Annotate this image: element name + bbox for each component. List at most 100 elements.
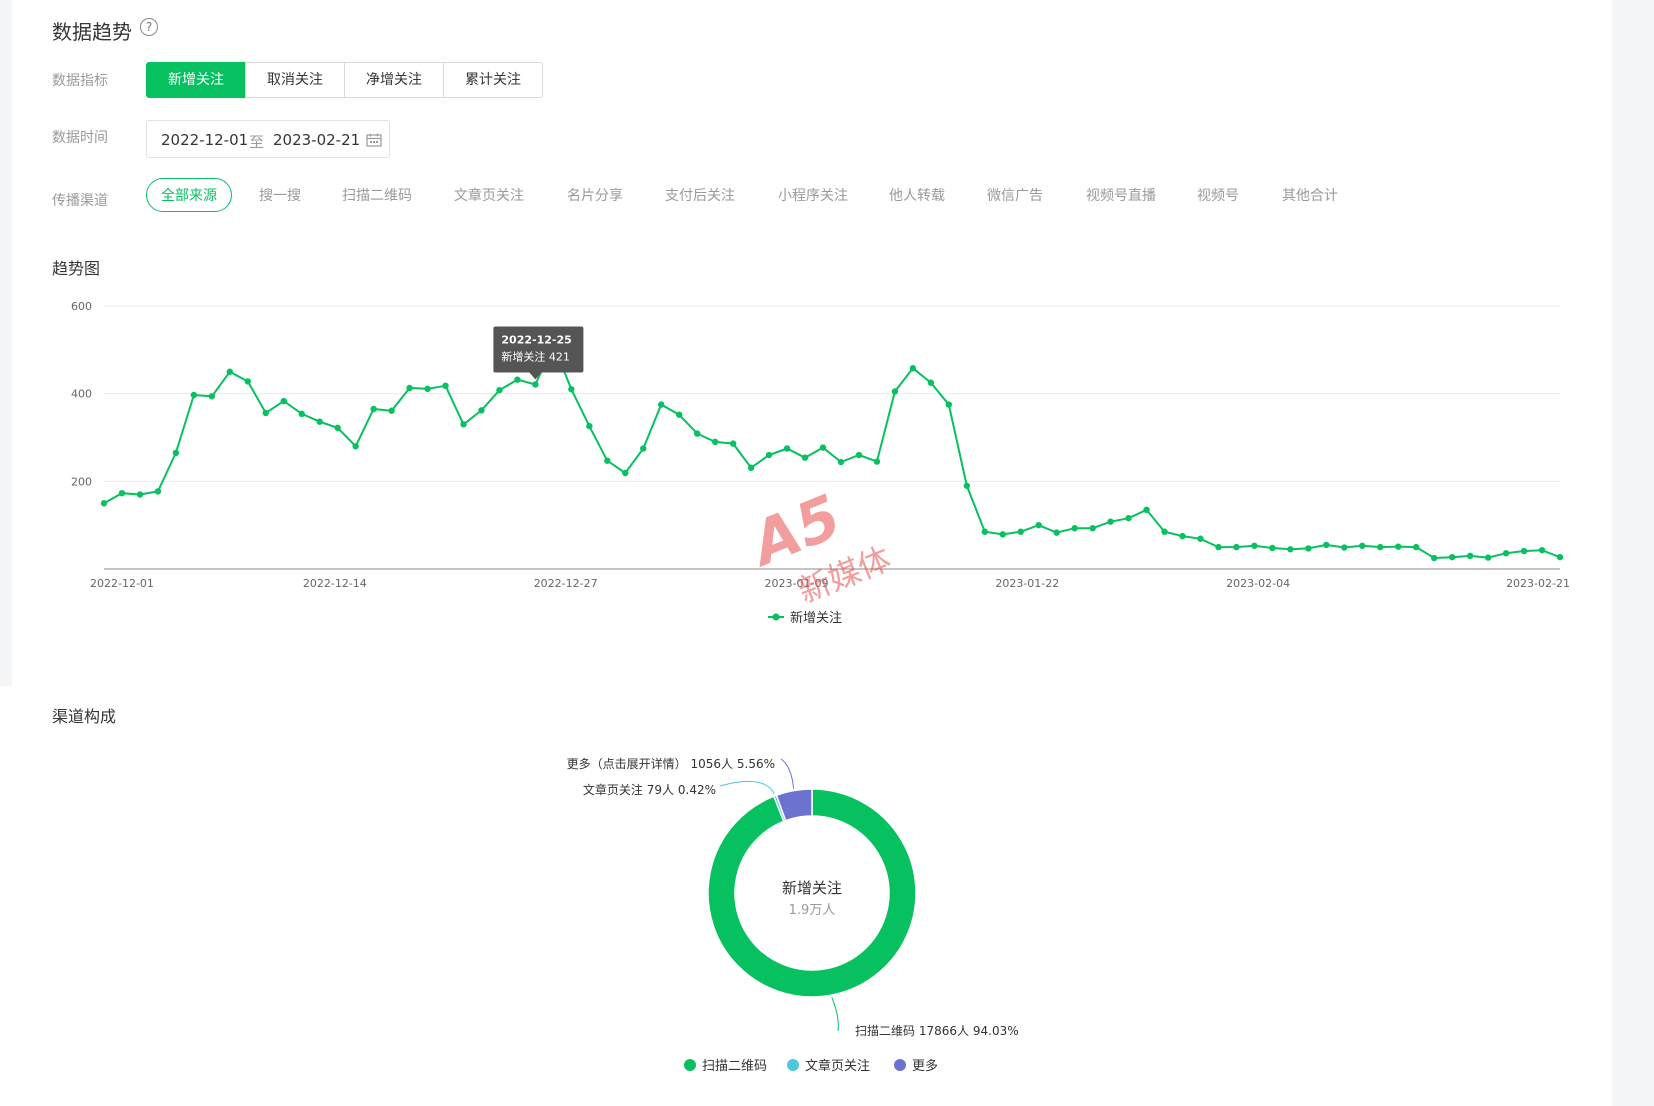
data-point[interactable] [154,488,162,495]
data-point[interactable] [1233,543,1240,551]
data-point[interactable] [586,422,593,430]
data-point[interactable] [1053,529,1060,536]
tooltip-date: 2022-12-25 [501,333,571,346]
data-point[interactable] [622,469,629,477]
data-point[interactable] [1484,554,1492,561]
data-point[interactable] [819,444,827,451]
x-tick-label: 2022-12-01 [90,577,154,590]
data-point[interactable] [1395,543,1402,550]
data-point[interactable] [478,407,485,414]
data-point[interactable] [208,393,216,400]
data-point[interactable] [118,489,126,497]
data-point[interactable] [316,418,323,425]
data-point[interactable] [280,397,287,405]
legend-marker[interactable] [772,613,780,621]
data-point[interactable] [1412,543,1420,551]
data-point[interactable] [1448,553,1456,561]
data-point[interactable] [999,531,1006,538]
data-point[interactable] [855,451,863,459]
data-point[interactable] [604,457,611,464]
data-point[interactable] [1071,525,1078,532]
data-point[interactable] [406,384,413,392]
data-point[interactable] [1538,546,1546,554]
data-point[interactable] [1502,550,1510,557]
data-point[interactable] [244,378,252,385]
slice-label-percent: 5.56% [737,757,775,771]
data-point[interactable] [963,482,971,489]
data-point[interactable] [568,386,575,393]
data-point[interactable] [945,401,953,408]
slice-label-value: 79 [647,783,662,797]
data-point[interactable] [1341,544,1348,551]
tooltip-value: 新增关注 421 [501,349,570,363]
data-point[interactable] [496,386,503,394]
data-point[interactable] [909,365,917,372]
donut-legend-marker[interactable] [684,1059,696,1071]
donut-center-label: 新增关注 [782,879,842,897]
data-point[interactable] [1107,518,1114,525]
data-point[interactable] [1305,545,1312,552]
data-point[interactable] [352,443,359,450]
data-point[interactable] [460,421,467,428]
slice-label: 扫描二维码 17866人 94.03% [855,1024,1019,1038]
data-point[interactable] [1287,546,1294,553]
donut-legend-label: 文章页关注 [805,1058,870,1074]
data-point[interactable] [1215,543,1222,551]
channel-panel: 渠道构成 新增关注 1.9万人 扫描二维码 17866人 94.03% 文章页关注 7… [0,686,1612,1106]
data-point[interactable] [837,458,845,466]
data-point[interactable] [891,388,899,395]
data-point[interactable] [927,379,935,386]
data-point[interactable] [1323,541,1330,549]
data-point[interactable] [226,368,234,375]
data-point[interactable] [747,464,755,471]
data-point[interactable] [100,500,108,507]
data-point[interactable] [801,454,809,461]
slice-label-value: 17866 [919,1024,957,1038]
data-point[interactable] [1251,542,1258,549]
y-tick-label: 400 [71,388,92,401]
data-point[interactable] [298,410,305,418]
data-point[interactable] [424,385,431,393]
data-point[interactable] [1556,553,1564,561]
data-point[interactable] [1197,535,1204,542]
data-point[interactable] [1161,528,1168,535]
data-point[interactable] [981,528,988,535]
donut-legend-marker[interactable] [787,1059,799,1071]
data-point[interactable] [370,405,377,413]
data-point[interactable] [190,391,198,399]
data-point[interactable] [1143,506,1150,514]
data-point[interactable] [172,449,180,457]
data-point[interactable] [729,440,737,447]
data-point[interactable] [1017,528,1024,535]
data-point[interactable] [1269,544,1276,552]
data-point[interactable] [640,445,647,452]
data-point[interactable] [711,438,719,446]
y-tick-label: 600 [71,300,92,313]
data-point[interactable] [693,430,701,437]
slice-label-unit: 人 [662,783,674,797]
data-point[interactable] [1035,521,1042,529]
data-point[interactable] [442,382,449,389]
data-point[interactable] [783,445,791,452]
donut-legend-marker[interactable] [894,1059,906,1071]
data-point[interactable] [1520,547,1528,555]
data-point[interactable] [136,491,144,498]
data-point[interactable] [388,407,395,414]
slice-label-name: 更多（点击展开详情） [567,756,687,771]
data-point[interactable] [532,381,539,388]
data-point[interactable] [1089,525,1096,532]
data-point[interactable] [1377,543,1384,551]
slice-label-percent: 0.42% [678,783,716,797]
data-point[interactable] [1179,532,1186,540]
data-point[interactable] [1359,542,1366,549]
data-point[interactable] [1125,514,1132,522]
data-point[interactable] [1430,554,1438,562]
data-point[interactable] [514,376,521,383]
data-point[interactable] [873,458,881,465]
data-point[interactable] [676,411,683,418]
data-point[interactable] [765,451,773,459]
data-point[interactable] [1466,552,1474,560]
data-point[interactable] [262,409,269,417]
data-point[interactable] [658,401,665,408]
data-point[interactable] [334,424,341,432]
